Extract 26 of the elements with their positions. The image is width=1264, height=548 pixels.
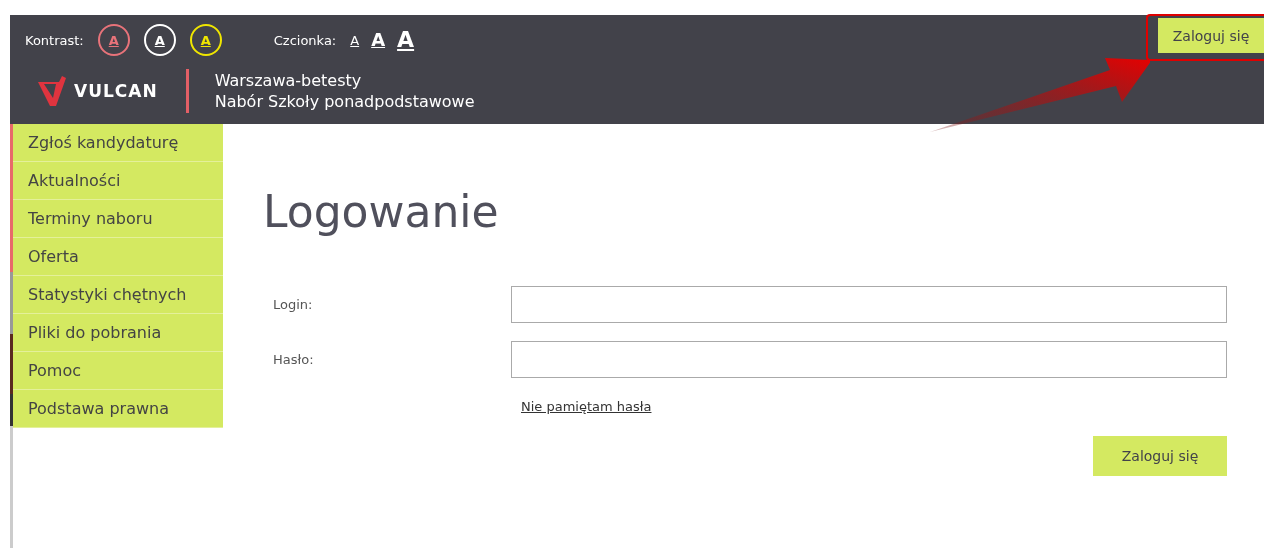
font-size-button[interactable]: A bbox=[371, 31, 386, 49]
vulcan-logo[interactable]: VULCAN bbox=[36, 74, 158, 108]
input-field[interactable] bbox=[511, 286, 1227, 323]
field-label: Hasło: bbox=[272, 352, 315, 367]
font-size-button[interactable]: A bbox=[350, 33, 360, 47]
contrast-label: Kontrast: bbox=[25, 32, 84, 48]
site-title: Nabór Szkoły ponadpodstawowe bbox=[214, 91, 475, 112]
site-title: Warszawa-betesty bbox=[214, 70, 363, 91]
field-label: Login: bbox=[272, 297, 314, 312]
page-title: Logowanie bbox=[263, 185, 500, 239]
login-button[interactable]: Zaloguj się bbox=[1158, 18, 1264, 53]
contrast-button[interactable]: A bbox=[143, 24, 176, 56]
font-size-button[interactable]: A bbox=[397, 29, 415, 51]
sidebar-item[interactable]: Zgłoś kandydaturę bbox=[13, 124, 223, 162]
sidebar-item[interactable]: Statystyki chętnych bbox=[13, 276, 223, 314]
font-size-label: Czcionka: bbox=[273, 32, 337, 48]
forgot-password-link[interactable]: Nie pamiętam hasła bbox=[521, 399, 652, 414]
sidebar-item[interactable]: Podstawa prawna bbox=[13, 390, 223, 428]
sidebar-item[interactable]: Pliki do pobrania bbox=[13, 314, 223, 352]
sidebar-item[interactable]: Terminy naboru bbox=[13, 200, 223, 238]
contrast-button[interactable]: A bbox=[189, 24, 222, 56]
sidebar-item[interactable]: Pomoc bbox=[13, 352, 223, 390]
input-field[interactable] bbox=[511, 341, 1227, 378]
sidebar-item[interactable]: Oferta bbox=[13, 238, 223, 276]
login-button[interactable]: Zaloguj się bbox=[1093, 436, 1227, 476]
sidebar-item[interactable]: Aktualności bbox=[13, 162, 223, 200]
